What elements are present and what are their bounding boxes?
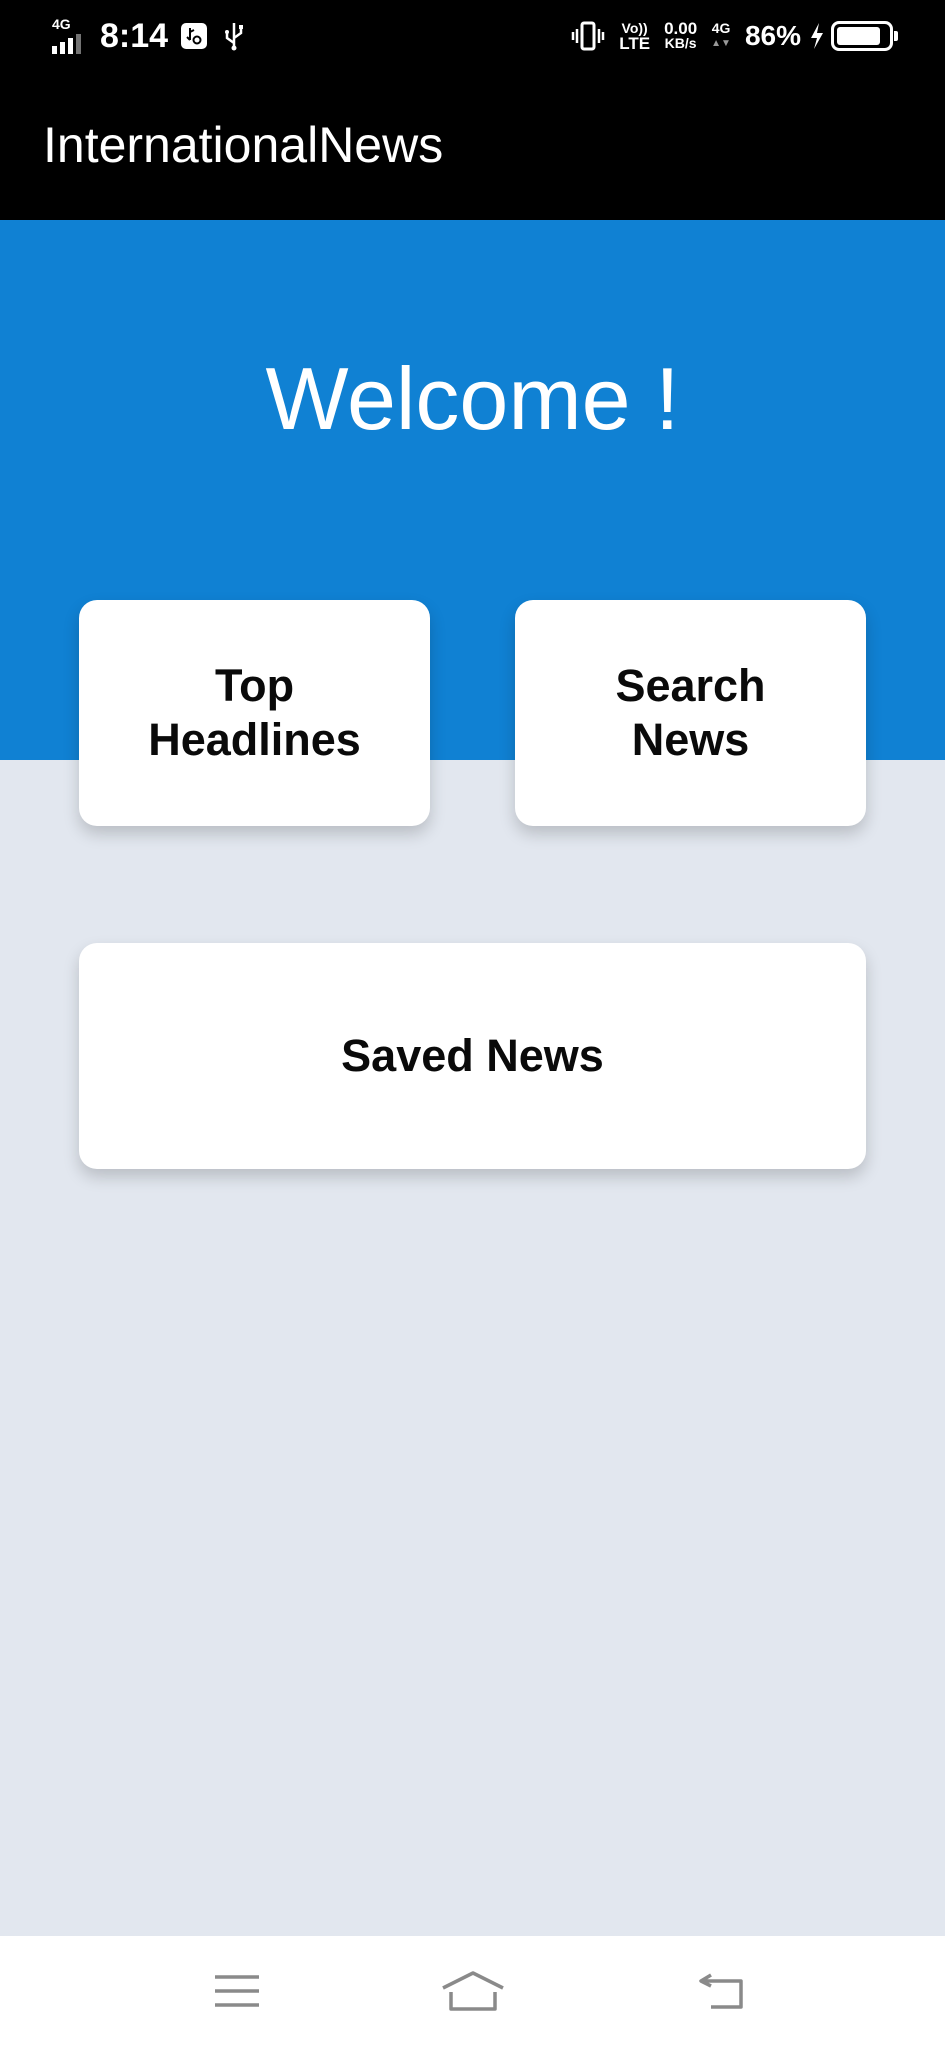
speed-value: 0.00 bbox=[664, 19, 698, 38]
data-network-indicator: 4G ▲▼ bbox=[711, 21, 731, 51]
volte-indicator: Vo)) LTE bbox=[619, 21, 651, 53]
back-icon bbox=[699, 1973, 743, 2009]
saved-news-label: Saved News bbox=[341, 1030, 604, 1081]
status-bar-right: Vo)) LTE 0.00 KB/s 4G ▲▼ 86% bbox=[571, 0, 898, 72]
saved-news-card[interactable]: Saved News bbox=[79, 943, 866, 1169]
welcome-text: Welcome ! bbox=[265, 349, 680, 448]
data-arrows-icon: ▲▼ bbox=[711, 38, 731, 49]
home-icon bbox=[442, 1971, 504, 2011]
top-headlines-label: Top Headlines bbox=[148, 660, 361, 765]
battery-fill bbox=[837, 27, 880, 45]
search-news-label: Search News bbox=[615, 660, 766, 765]
status-bar-left: 4G 8:14 bbox=[50, 0, 260, 72]
home-button[interactable] bbox=[433, 1956, 513, 2026]
search-news-card[interactable]: Search News bbox=[515, 600, 866, 826]
speed-unit: KB/s bbox=[664, 35, 697, 51]
battery-icon bbox=[831, 21, 898, 51]
back-button[interactable] bbox=[682, 1956, 762, 2026]
usb-settings-icon bbox=[180, 22, 208, 50]
battery-percent: 86% bbox=[744, 20, 801, 51]
network-speed: 0.00 KB/s bbox=[664, 19, 698, 51]
network-type: 4G bbox=[52, 16, 71, 32]
vibrate-icon bbox=[571, 21, 605, 51]
cell-signal-icon: 4G bbox=[50, 16, 90, 56]
usb-icon bbox=[222, 21, 246, 51]
status-bar: 4G 8:14 Vo)) LTE 0.00 KB/s 4G ▲▼ 86% bbox=[0, 0, 945, 72]
menu-icon bbox=[215, 1975, 259, 2007]
app-bar: InternationalNews bbox=[0, 72, 945, 220]
top-headlines-card[interactable]: Top Headlines bbox=[79, 600, 430, 826]
app-title: InternationalNews bbox=[43, 117, 444, 173]
status-time: 8:14 bbox=[100, 16, 169, 55]
menu-button[interactable] bbox=[197, 1956, 277, 2026]
navigation-bar bbox=[0, 1936, 945, 2048]
data-network-label: 4G bbox=[711, 20, 731, 36]
charging-icon bbox=[809, 22, 825, 50]
volte-bottom-label: LTE bbox=[619, 34, 651, 53]
